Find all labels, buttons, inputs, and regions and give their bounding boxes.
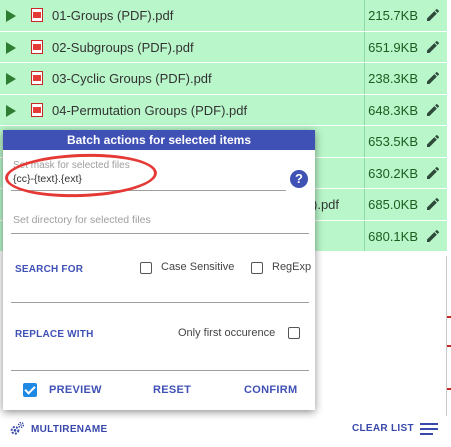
size-cell: 685.0KB	[364, 189, 420, 220]
play-icon[interactable]	[6, 41, 16, 54]
reset-button[interactable]: RESET	[153, 384, 191, 396]
size-cell: 215.7KB	[364, 0, 420, 31]
pencil-icon[interactable]	[425, 39, 441, 55]
size-cell: 651.9KB	[364, 31, 420, 62]
edge-mark	[447, 388, 451, 390]
edge-mark	[447, 345, 451, 347]
file-name: ).pdf	[313, 197, 340, 212]
search-for-label: SEARCH FOR	[15, 264, 84, 275]
file-name: 03-Cyclic Groups (PDF).pdf	[52, 71, 212, 86]
footer-bar: MULTIRENAME CLEAR LIST	[0, 413, 451, 447]
play-icon[interactable]	[6, 104, 16, 117]
file-name: 02-Subgroups (PDF).pdf	[52, 39, 194, 55]
gears-icon	[10, 421, 25, 435]
dialog-title: Batch actions for selected items	[3, 130, 315, 150]
file-size: 238.3KB	[368, 71, 418, 86]
file-size: 215.7KB	[368, 8, 418, 23]
pencil-icon[interactable]	[425, 165, 441, 181]
list-menu-icon[interactable]	[420, 422, 438, 436]
size-cell: 630.2KB	[364, 157, 420, 188]
pdf-file-icon	[31, 102, 43, 117]
case-sensitive-label: Case Sensitive	[161, 261, 235, 273]
play-icon[interactable]	[6, 73, 16, 85]
file-row[interactable]: 03-Cyclic Groups (PDF).pdf 238.3KB	[0, 63, 447, 95]
file-size: 630.2KB	[368, 165, 418, 181]
file-name: 01-Groups (PDF).pdf	[52, 8, 174, 23]
size-cell: 238.3KB	[364, 63, 420, 94]
case-sensitive-checkbox[interactable]	[140, 262, 152, 274]
clear-list-button[interactable]: CLEAR LIST	[352, 423, 414, 434]
panel-divider	[446, 256, 447, 416]
confirm-button[interactable]: CONFIRM	[244, 384, 297, 396]
help-icon[interactable]: ?	[290, 170, 308, 188]
file-size: 648.3KB	[368, 102, 418, 118]
regexp-checkbox[interactable]	[251, 262, 263, 274]
size-cell: 648.3KB	[364, 94, 420, 125]
replace-input[interactable]	[11, 370, 309, 371]
annotation-circle	[4, 151, 158, 200]
file-row[interactable]: 02-Subgroups (PDF).pdf 651.9KB	[0, 31, 447, 63]
pencil-icon[interactable]	[425, 102, 441, 118]
file-size: 651.9KB	[368, 39, 418, 55]
pencil-icon[interactable]	[425, 70, 441, 86]
directory-field-underline	[11, 233, 309, 234]
pencil-icon[interactable]	[425, 196, 441, 212]
edge-mark	[447, 316, 451, 318]
directory-input[interactable]: Set directory for selected files	[13, 214, 151, 226]
pencil-icon[interactable]	[425, 133, 441, 149]
first-occurence-checkbox[interactable]	[288, 327, 300, 339]
pencil-icon[interactable]	[425, 228, 441, 244]
file-size: 653.5KB	[368, 134, 418, 149]
multirename-button[interactable]: MULTIRENAME	[9, 421, 107, 437]
file-row[interactable]: 04-Permutation Groups (PDF).pdf 648.3KB	[0, 94, 447, 126]
size-cell: 653.5KB	[364, 126, 420, 157]
batch-actions-dialog: Batch actions for selected items Set mas…	[3, 130, 315, 410]
replace-with-label: REPLACE WITH	[15, 329, 94, 340]
preview-button[interactable]: PREVIEW	[49, 384, 102, 396]
multirename-label: MULTIRENAME	[31, 423, 108, 435]
size-cell: 680.1KB	[364, 220, 420, 251]
play-icon[interactable]	[6, 10, 16, 22]
preview-checkbox[interactable]	[23, 383, 37, 397]
file-size: 680.1KB	[368, 228, 418, 244]
pdf-file-icon	[31, 71, 43, 85]
regexp-label: RegExp	[272, 261, 312, 273]
file-row[interactable]: 01-Groups (PDF).pdf 215.7KB	[0, 0, 447, 32]
search-input[interactable]	[11, 302, 309, 303]
first-occurence-label: Only first occurence	[178, 327, 276, 339]
pencil-icon[interactable]	[425, 7, 441, 23]
pdf-file-icon	[31, 8, 43, 22]
pdf-file-icon	[31, 39, 43, 54]
file-name: 04-Permutation Groups (PDF).pdf	[52, 102, 248, 118]
file-size: 685.0KB	[368, 197, 418, 212]
